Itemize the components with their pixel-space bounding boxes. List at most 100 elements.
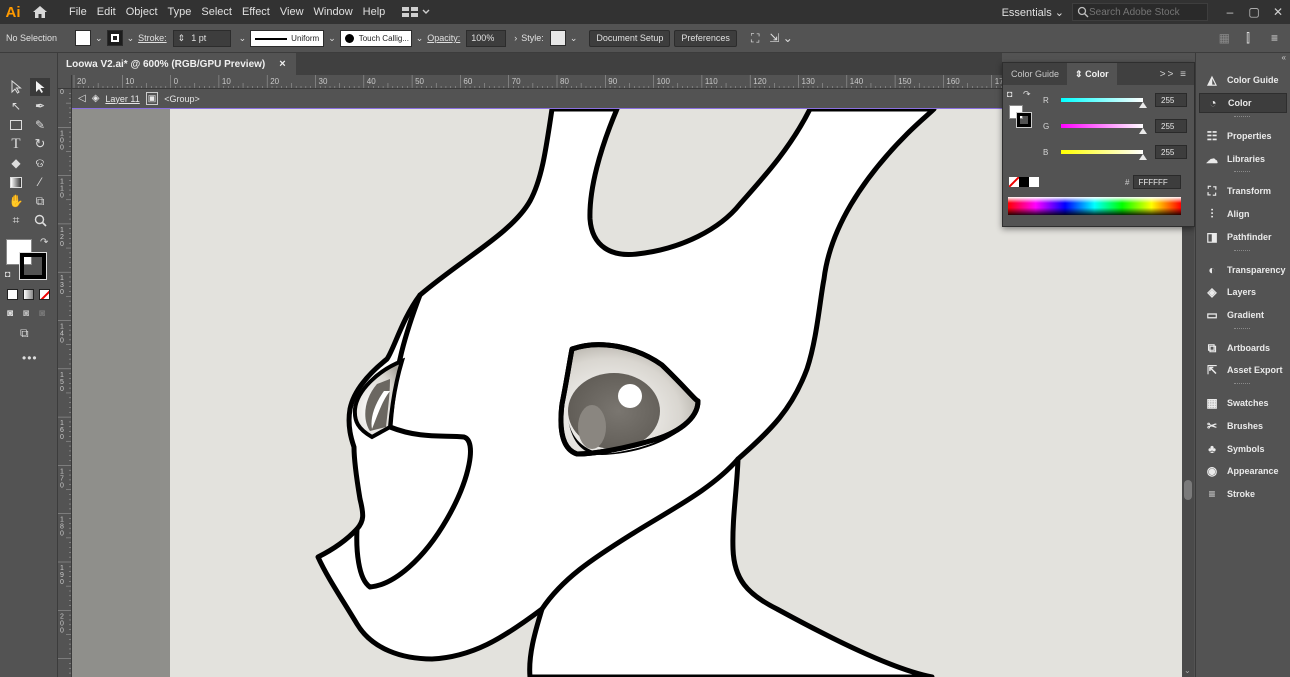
blue-value[interactable]: 255 [1155,145,1187,159]
menu-file[interactable]: File [64,0,92,24]
lasso-tool[interactable]: ଡ [30,154,50,172]
eyedropper-tool[interactable]: ⁄ [30,173,50,191]
panel-swap-icon[interactable]: ↷ [1023,89,1031,100]
tab-color-guide[interactable]: Color Guide [1003,63,1067,85]
chevron-down-icon[interactable]: ⌄ [95,33,103,44]
eraser-tool[interactable]: ◆ [6,154,26,172]
align-to-icon[interactable]: ⛶ [751,31,759,46]
rotate-tool[interactable]: ↻ [30,135,50,153]
red-slider[interactable] [1061,98,1147,108]
dock-item-color[interactable]: ◔ Color [1199,93,1287,113]
stroke-weight-field[interactable]: ⇕ 1 pt [172,29,231,47]
dock-item-symbols[interactable]: ♣ Symbols [1199,439,1287,459]
scrollbar-thumb[interactable] [1184,480,1192,500]
white-swatch[interactable] [1029,177,1039,187]
blue-slider-thumb[interactable] [1139,154,1147,160]
dock-item-align[interactable]: ⫶ Align [1199,204,1287,224]
close-tab-icon[interactable]: × [279,58,285,70]
align-options-icon[interactable]: ⫿ [1246,31,1250,46]
rectangle-tool[interactable] [6,116,26,134]
menu-edit[interactable]: Edit [92,0,121,24]
chevron-right-icon[interactable]: › [514,33,517,43]
draw-behind-icon[interactable]: ◙ [23,308,29,319]
stroke-label[interactable]: Stroke: [138,33,167,43]
stroke-profile-select[interactable]: Uniform [250,29,325,47]
dock-item-gradient[interactable]: ▭ Gradient [1199,305,1287,325]
graphic-style-swatch[interactable] [549,30,566,46]
puppet-warp-tool[interactable]: ✋ [6,192,26,210]
document-setup-button[interactable]: Document Setup [589,29,671,47]
dock-item-stroke[interactable]: ≡ Stroke [1199,484,1287,504]
screen-mode-icon[interactable]: ⧉ [20,326,29,341]
opacity-field[interactable]: 100% [466,29,507,47]
brush-select[interactable]: Touch Callig... [339,29,412,47]
direct-selection-tool[interactable] [30,78,50,96]
menu-select[interactable]: Select [196,0,237,24]
draw-normal-icon[interactable]: ◙ [7,308,13,319]
zoom-tool[interactable] [30,211,50,229]
fill-swatch[interactable] [75,30,92,46]
restore-button[interactable]: ▢ [1242,0,1266,24]
panel-default-colors-icon[interactable]: ◘ [1007,89,1012,99]
edit-toolbar-icon[interactable]: ••• [22,351,38,365]
chevron-down-icon[interactable]: ⌄ [239,33,247,44]
menu-help[interactable]: Help [358,0,391,24]
dock-item-layers[interactable]: ◈ Layers [1199,282,1287,302]
gradient-tool[interactable] [6,173,26,191]
collapse-dock-icon[interactable]: « [1282,53,1286,62]
stroke-swatch[interactable] [106,30,123,46]
stock-search[interactable] [1072,3,1208,21]
dock-item-color-guide[interactable]: ◭ Color Guide [1199,70,1287,90]
dock-item-pathfinder[interactable]: ◨ Pathfinder [1199,227,1287,247]
dock-item-artboards[interactable]: ⧉ Artboards [1199,338,1287,358]
document-tab[interactable]: Loowa V2.ai* @ 600% (RGB/GPU Preview) × [58,53,296,75]
color-mode-fill[interactable] [7,289,18,300]
menu-effect[interactable]: Effect [237,0,275,24]
red-slider-thumb[interactable] [1139,102,1147,108]
selection-tool[interactable] [6,78,26,96]
swap-fill-stroke-icon[interactable]: ↷ [40,237,48,248]
none-swatch[interactable] [1009,177,1019,187]
menu-object[interactable]: Object [121,0,163,24]
chevron-down-icon[interactable]: ⌄ [328,33,336,44]
chevron-down-icon[interactable]: ⌄ [416,33,424,44]
type-tool[interactable]: T [6,135,26,153]
dock-item-transform[interactable]: ⛶ Transform [1199,181,1287,201]
panel-menu-icon[interactable]: >> ≡ [1160,69,1188,80]
minimize-button[interactable]: – [1218,0,1242,24]
tab-color[interactable]: ⇕ Color [1067,63,1117,85]
breadcrumb-group[interactable]: <Group> [164,94,200,104]
control-bar-menu-icon[interactable]: ≡ [1271,31,1278,45]
arrange-documents-button[interactable] [402,7,430,17]
dock-item-asset-export[interactable]: ⇱ Asset Export [1199,360,1287,380]
transform-options-icon[interactable]: ⇲ ⌄ [769,31,792,45]
pen-tool[interactable]: ✒ [30,97,50,115]
color-mode-gradient[interactable] [23,289,34,300]
green-slider-thumb[interactable] [1139,128,1147,134]
chevron-down-icon[interactable]: ⌄ [127,33,135,44]
green-slider[interactable] [1061,124,1147,134]
pencil-tool[interactable]: ✎ [30,116,50,134]
symbol-sprayer-tool[interactable]: ⧉ [30,192,50,210]
color-spectrum[interactable] [1008,197,1181,215]
close-button[interactable]: ✕ [1266,0,1290,24]
green-value[interactable]: 255 [1155,119,1187,133]
hex-input[interactable]: FFFFFF [1133,175,1182,189]
menu-view[interactable]: View [275,0,309,24]
draw-inside-icon[interactable]: ◙ [39,308,45,319]
home-icon[interactable] [26,0,54,24]
preferences-button[interactable]: Preferences [674,29,737,47]
opacity-label[interactable]: Opacity: [427,33,460,43]
back-arrow-icon[interactable]: ◁ [78,93,86,104]
blue-slider[interactable] [1061,150,1147,160]
dock-item-appearance[interactable]: ◉ Appearance [1199,461,1287,481]
breadcrumb-layer[interactable]: Layer 11 [105,94,139,104]
default-fill-stroke-icon[interactable]: ◘ [5,269,10,279]
workspace-switcher[interactable]: Essentials ⌄ [1002,6,1064,19]
dock-item-swatches[interactable]: ▦ Swatches [1199,393,1287,413]
chevron-down-icon[interactable]: ⌄ [570,33,578,44]
dock-item-transparency[interactable]: ◐ Transparency [1199,260,1287,280]
scroll-down-icon[interactable]: ⌄ [1184,666,1191,675]
arrange-icon[interactable]: ▦ [1219,31,1230,45]
panel-stroke-swatch[interactable] [1016,112,1032,128]
